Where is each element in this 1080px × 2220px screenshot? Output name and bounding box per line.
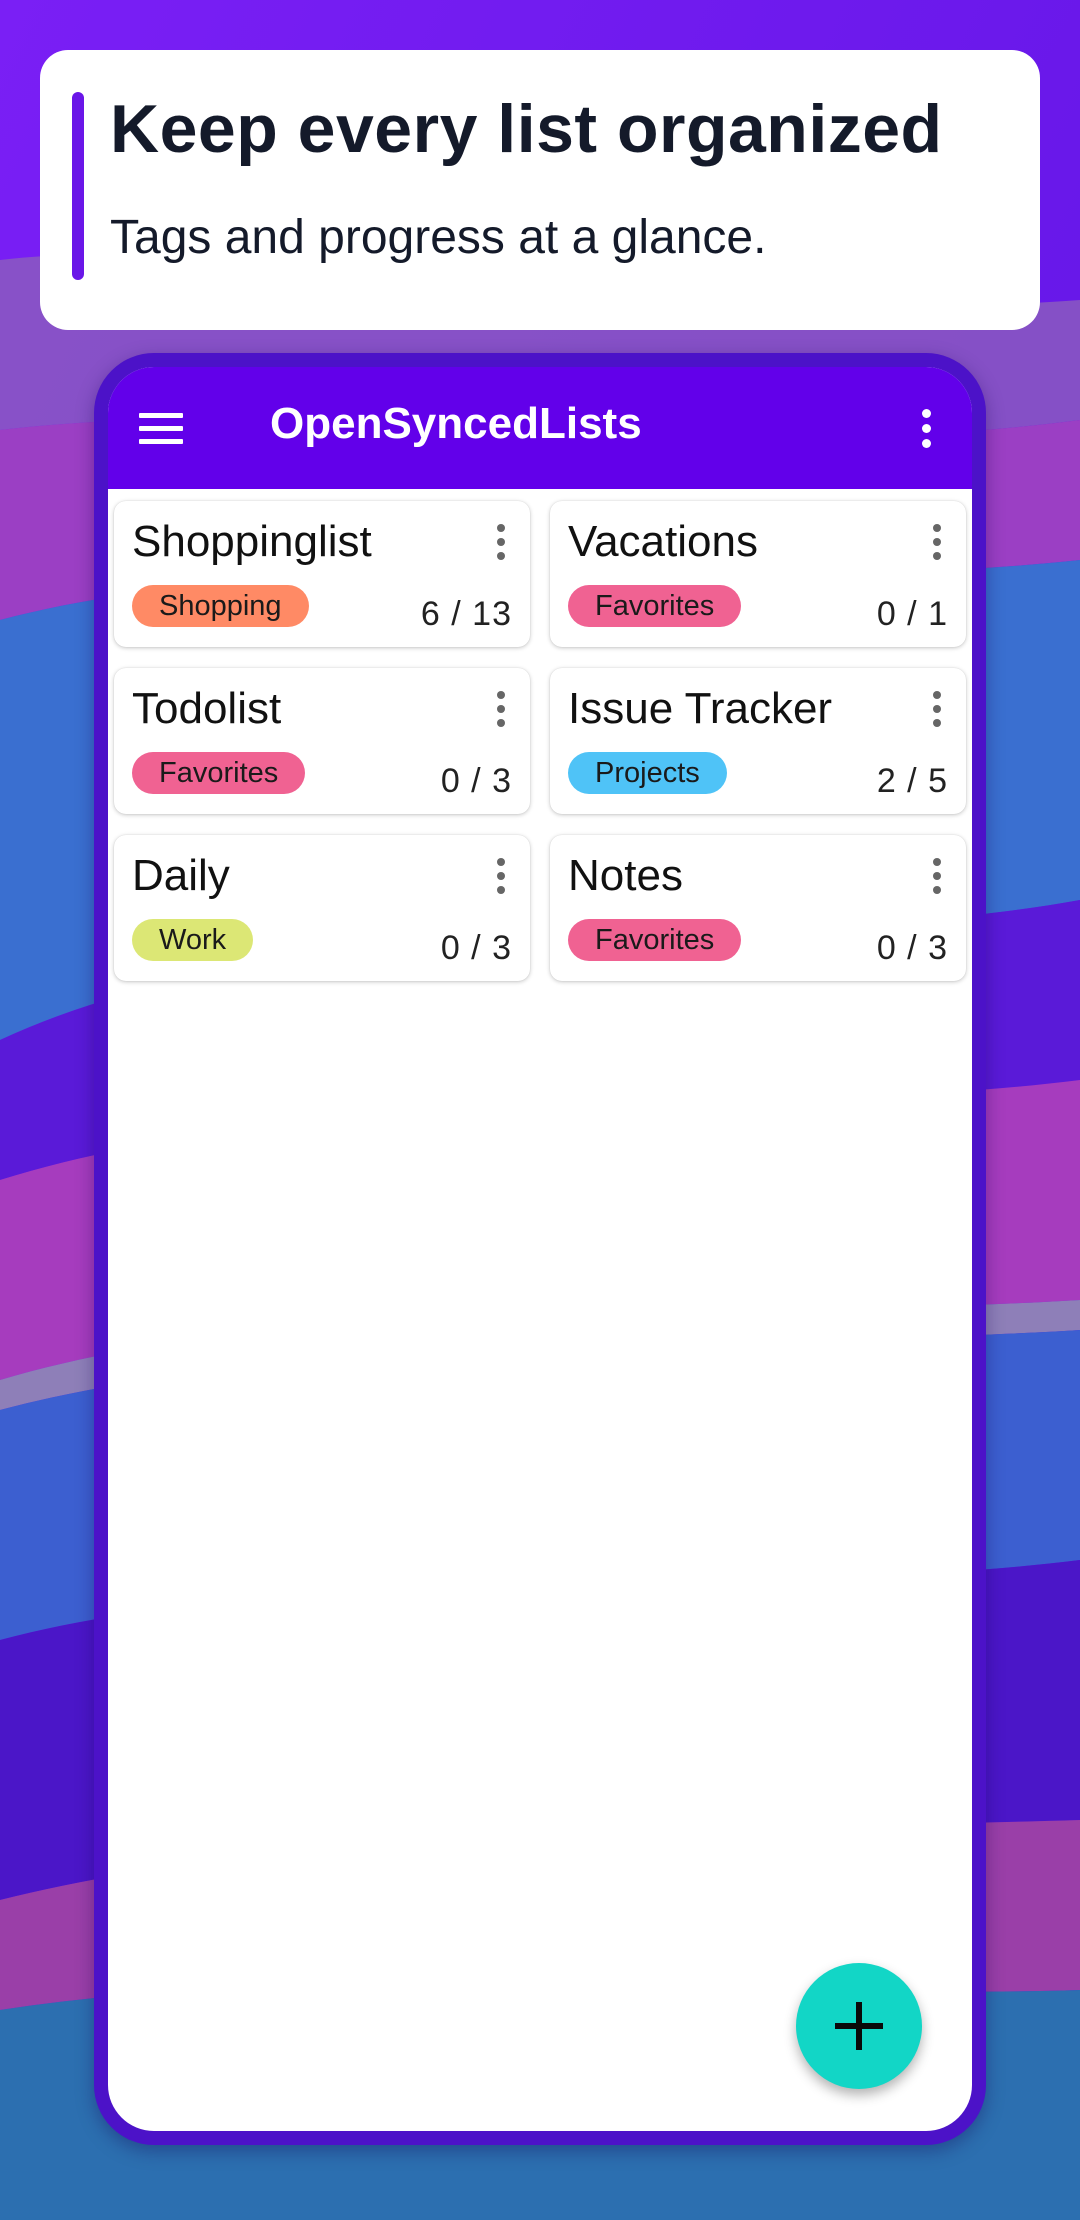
- more-vert-icon[interactable]: [486, 519, 516, 565]
- progress-count: 0 / 3: [876, 929, 948, 967]
- promo-subheadline: Tags and progress at a glance.: [110, 211, 767, 264]
- list-name: Notes: [568, 851, 683, 900]
- progress-count: 0 / 3: [440, 929, 512, 967]
- list-name: Daily: [132, 851, 230, 900]
- more-vert-icon[interactable]: [922, 853, 952, 899]
- list-card[interactable]: Daily Work 0 / 3: [114, 835, 530, 981]
- tag-chip[interactable]: Projects: [568, 752, 727, 794]
- app-bar: OpenSyncedLists: [108, 367, 972, 489]
- progress-count: 0 / 3: [440, 762, 512, 800]
- hamburger-menu-icon[interactable]: [134, 401, 188, 455]
- accent-bar: [72, 92, 84, 280]
- list-card[interactable]: Issue Tracker Projects 2 / 5: [550, 668, 966, 814]
- promo-headline: Keep every list organized: [110, 91, 943, 167]
- tag-chip[interactable]: Favorites: [132, 752, 306, 794]
- plus-icon: [835, 2002, 883, 2050]
- list-card[interactable]: Shoppinglist Shopping 6 / 13: [114, 501, 530, 647]
- tag-chip[interactable]: Favorites: [568, 919, 742, 961]
- tag-chip[interactable]: Favorites: [568, 585, 742, 627]
- progress-count: 2 / 5: [876, 762, 948, 800]
- promo-card: Keep every list organized Tags and progr…: [40, 50, 1040, 330]
- more-vert-icon[interactable]: [922, 686, 952, 732]
- progress-count: 0 / 1: [876, 595, 948, 633]
- add-list-button[interactable]: [796, 1963, 922, 2089]
- list-card[interactable]: Todolist Favorites 0 / 3: [114, 668, 530, 814]
- tag-chip[interactable]: Shopping: [132, 585, 309, 627]
- progress-count: 6 / 13: [420, 595, 512, 633]
- app-title: OpenSyncedLists: [270, 399, 642, 448]
- list-card[interactable]: Vacations Favorites 0 / 1: [550, 501, 966, 647]
- list-name: Todolist: [132, 684, 282, 733]
- tag-chip[interactable]: Work: [132, 919, 254, 961]
- more-vert-icon[interactable]: [486, 853, 516, 899]
- list-name: Vacations: [568, 517, 758, 566]
- more-vert-icon[interactable]: [906, 399, 946, 457]
- more-vert-icon[interactable]: [922, 519, 952, 565]
- list-card[interactable]: Notes Favorites 0 / 3: [550, 835, 966, 981]
- list-name: Issue Tracker: [568, 684, 833, 733]
- more-vert-icon[interactable]: [486, 686, 516, 732]
- list-name: Shoppinglist: [132, 517, 372, 566]
- app-screen: OpenSyncedLists Shoppinglist Shopping 6 / …: [108, 367, 972, 2131]
- phone-frame: OpenSyncedLists Shoppinglist Shopping 6 / …: [94, 353, 986, 2145]
- lists-grid: Shoppinglist Shopping 6 / 13 Vacations Favor…: [114, 501, 966, 981]
